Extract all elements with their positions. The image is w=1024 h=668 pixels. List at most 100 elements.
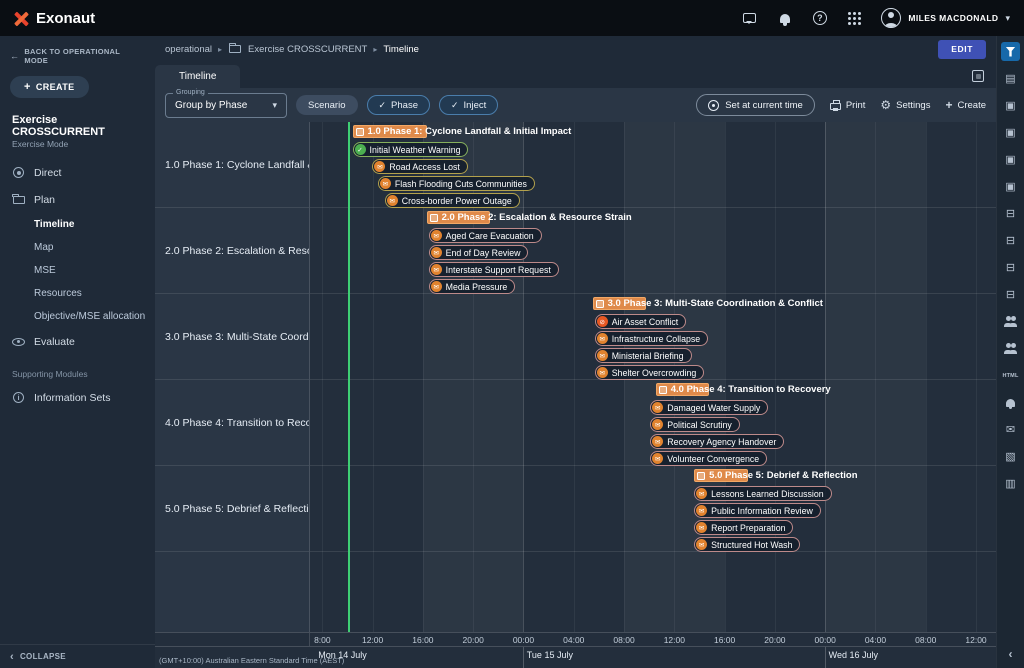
breadcrumb-exercise[interactable]: Exercise CROSSCURRENT <box>248 44 367 55</box>
inject-label: Flash Flooding Cuts Communities <box>395 179 527 189</box>
avatar <box>881 8 901 28</box>
timeline-toolbar: Grouping Group by Phase Scenario Phase I… <box>155 88 996 122</box>
phase-bar-text: 3.0 Phase 3: Multi-State Coordination & … <box>608 298 823 309</box>
chip-scenario[interactable]: Scenario <box>296 95 358 115</box>
sidebar-item-direct[interactable]: Direct <box>0 159 155 186</box>
fullscreen-icon[interactable] <box>972 70 984 82</box>
inject-pill[interactable]: ✉End of Day Review <box>429 245 529 260</box>
sidebar-item-resources[interactable]: Resources <box>0 282 155 305</box>
edit-button[interactable]: EDIT <box>938 40 986 59</box>
inject-pill[interactable]: ✉Road Access Lost <box>372 159 467 174</box>
help-icon[interactable] <box>811 10 828 27</box>
phase-icon <box>659 386 667 394</box>
inject-pill[interactable]: ✉Shelter Overcrowding <box>595 365 705 380</box>
timeline-grid: 1.0 Phase 1: Cyclone Landfall & Initial … <box>310 122 996 632</box>
inject-pill[interactable]: ✉Cross-border Power Outage <box>385 193 520 208</box>
inject-pill[interactable]: ✉Flash Flooding Cuts Communities <box>378 176 535 191</box>
inject-icon: ✉ <box>597 367 608 378</box>
phase-labels-column: 1.0 Phase 1: Cyclone Landfall & Initia..… <box>155 122 310 632</box>
card-icon[interactable]: ▣ <box>1001 96 1020 115</box>
phase-row: 3.0 Phase 3: Multi-State Coordination & … <box>310 294 996 380</box>
inject-pill[interactable]: ✉Volunteer Convergence <box>650 451 767 466</box>
phase-bar[interactable]: 2.0 Phase 2: Escalation & Resource Strai… <box>427 211 491 224</box>
sidebar-item-evaluate[interactable]: Evaluate <box>0 328 155 355</box>
inject-label: Media Pressure <box>446 282 508 292</box>
create-button[interactable]: CREATE <box>10 76 89 98</box>
phase-row: 2.0 Phase 2: Escalation & Resource Strai… <box>310 208 996 294</box>
breadcrumb-separator-icon <box>373 44 377 55</box>
create-timeline-item-button[interactable]: Create <box>945 98 986 112</box>
inject-label: Lessons Learned Discussion <box>711 489 823 499</box>
toolbar-actions: Set at current time Print Settings Creat… <box>696 94 986 116</box>
inject-pill[interactable]: ✉Ministerial Briefing <box>595 348 692 363</box>
collapse-sidebar-button[interactable]: COLLAPSE <box>0 644 155 668</box>
sidebar-item-information-sets[interactable]: Information Sets <box>0 384 155 411</box>
sidebar-item-map[interactable]: Map <box>0 236 155 259</box>
inject-pill[interactable]: ✉Damaged Water Supply <box>650 400 768 415</box>
collapse-rail-button[interactable] <box>1001 644 1020 663</box>
archive-icon[interactable]: ⊟ <box>1001 231 1020 250</box>
phase-bar-label: 4.0 Phase 4: Transition to Recovery <box>657 384 709 395</box>
phase-row-label: 2.0 Phase 2: Escalation & Resource S... <box>155 208 309 294</box>
inject-pill[interactable]: ✓Initial Weather Warning <box>353 142 469 157</box>
back-to-operational-button[interactable]: BACK TO OPERATIONAL MODE <box>0 36 155 71</box>
inject-pill[interactable]: ✉Structured Hot Wash <box>694 537 800 552</box>
inject-label: Report Preparation <box>711 523 785 533</box>
filter-icon[interactable] <box>1001 42 1020 61</box>
inject-pill[interactable]: ✉Lessons Learned Discussion <box>694 486 831 501</box>
app-logo[interactable]: Exonaut <box>14 10 95 27</box>
chart-icon[interactable]: ▧ <box>1001 447 1020 466</box>
inject-pill[interactable]: ✉Recovery Agency Handover <box>650 434 784 449</box>
card-icon[interactable]: ▣ <box>1001 150 1020 169</box>
right-rail-icons: ▤ ▣ ▣ ▣ ▣ ⊟ ⊟ ⊟ ⊟ HTML ✉ ▧ ▥ <box>1001 42 1020 493</box>
phase-bar[interactable]: 3.0 Phase 3: Multi-State Coordination & … <box>593 297 647 310</box>
settings-button[interactable]: Settings <box>880 98 930 112</box>
archive-icon[interactable]: ⊟ <box>1001 285 1020 304</box>
grouping-select[interactable]: Grouping Group by Phase <box>165 93 287 118</box>
print-button[interactable]: Print <box>830 100 866 111</box>
phase-bar[interactable]: 1.0 Phase 1: Cyclone Landfall & Initial … <box>353 125 428 138</box>
chip-inject[interactable]: Inject <box>439 95 498 115</box>
card-icon[interactable]: ▣ <box>1001 177 1020 196</box>
inject-icon: ✓ <box>355 144 366 155</box>
inject-pill[interactable]: ✉Aged Care Evacuation <box>429 228 542 243</box>
main-content: operational Exercise CROSSCURRENT Timeli… <box>155 36 996 668</box>
folder-icon <box>12 196 25 204</box>
inject-pill[interactable]: ⊘Air Asset Conflict <box>595 314 687 329</box>
chat-icon[interactable] <box>741 10 758 27</box>
inject-label: Structured Hot Wash <box>711 540 792 550</box>
inject-pill[interactable]: ✉Interstate Support Request <box>429 262 559 277</box>
sidebar-item-mse[interactable]: MSE <box>0 259 155 282</box>
document-icon[interactable]: ▤ <box>1001 69 1020 88</box>
inject-icon: ✉ <box>431 281 442 292</box>
phase-bar[interactable]: 5.0 Phase 5: Debrief & Reflection <box>694 469 748 482</box>
inject-pill[interactable]: ✉Infrastructure Collapse <box>595 331 709 346</box>
phase-bar-label: 1.0 Phase 1: Cyclone Landfall & Initial … <box>354 126 427 137</box>
tab-timeline[interactable]: Timeline <box>155 65 240 88</box>
sidebar-item-timeline[interactable]: Timeline <box>0 213 155 236</box>
people-icon[interactable] <box>1001 339 1020 358</box>
sidebar-item-plan[interactable]: Plan <box>0 186 155 213</box>
phase-bar[interactable]: 4.0 Phase 4: Transition to Recovery <box>656 383 710 396</box>
set-current-time-button[interactable]: Set at current time <box>696 94 815 116</box>
funnel-glyph <box>1006 47 1016 57</box>
user-menu[interactable]: MILES MACDONALD <box>881 8 1010 28</box>
breadcrumb-operational[interactable]: operational <box>165 44 212 55</box>
archive-icon[interactable]: ⊟ <box>1001 204 1020 223</box>
book-icon[interactable]: ▥ <box>1001 474 1020 493</box>
notifications-bell-icon[interactable] <box>776 10 793 27</box>
bell-icon[interactable] <box>1001 393 1020 412</box>
inject-pill[interactable]: ✉Report Preparation <box>694 520 793 535</box>
chip-phase[interactable]: Phase <box>367 95 430 115</box>
inject-pill[interactable]: ✉Public Information Review <box>694 503 821 518</box>
inject-pill[interactable]: ✉ Media Pressure <box>429 279 516 294</box>
mail-icon[interactable]: ✉ <box>1001 420 1020 439</box>
html-icon[interactable]: HTML <box>1001 366 1020 385</box>
archive-icon[interactable]: ⊟ <box>1001 258 1020 277</box>
inject-pill[interactable]: ✉Political Scrutiny <box>650 417 740 432</box>
inject-label: Interstate Support Request <box>446 265 551 275</box>
apps-grid-icon[interactable] <box>846 10 863 27</box>
card-icon[interactable]: ▣ <box>1001 123 1020 142</box>
people-icon[interactable] <box>1001 312 1020 331</box>
sidebar-item-objective-mse-allocation[interactable]: Objective/MSE allocation <box>0 305 155 328</box>
